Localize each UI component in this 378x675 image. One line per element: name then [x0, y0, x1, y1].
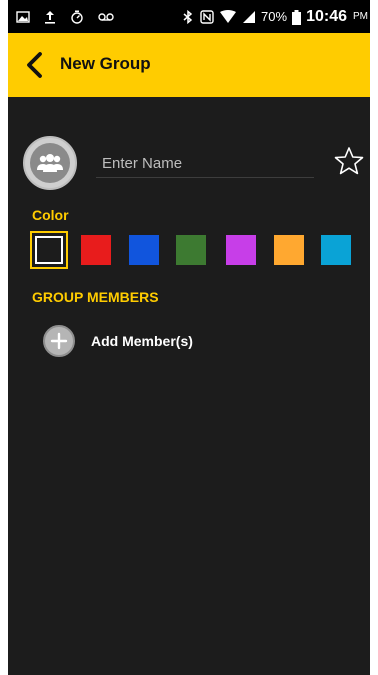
color-swatch-cyan[interactable]: [321, 235, 351, 265]
group-avatar-button[interactable]: [23, 136, 77, 190]
color-swatch-green[interactable]: [176, 235, 206, 265]
favorite-button[interactable]: [334, 146, 364, 176]
color-swatch-orange[interactable]: [274, 235, 304, 265]
group-people-icon: [30, 143, 70, 183]
page-title: New Group: [60, 54, 151, 73]
add-member-label: Add Member(s): [91, 333, 193, 349]
color-swatch-selected[interactable]: [30, 231, 68, 269]
signal-icon: [242, 10, 256, 24]
color-section-label: Color: [32, 207, 69, 223]
voicemail-icon: [97, 10, 115, 24]
status-bar-right: 70% 10:46 PM: [181, 0, 370, 33]
app-screen: 70% 10:46 PM New Group Enter Name Color …: [8, 0, 370, 675]
plus-circle-icon: [43, 325, 75, 357]
status-bar: 70% 10:46 PM: [8, 0, 370, 33]
clock-time: 10:46: [306, 7, 347, 25]
battery-icon: [292, 9, 302, 25]
color-swatch-blue[interactable]: [129, 235, 159, 265]
app-bar: New Group: [8, 33, 370, 97]
color-swatch-purple[interactable]: [226, 235, 256, 265]
battery-percent: 70%: [261, 9, 288, 24]
add-member-button[interactable]: Add Member(s): [43, 325, 193, 357]
wifi-icon: [219, 9, 237, 24]
star-icon: [334, 147, 364, 175]
group-members-label: GROUP MEMBERS: [32, 289, 159, 305]
status-bar-left: [16, 0, 115, 33]
color-swatch-red[interactable]: [81, 235, 111, 265]
bluetooth-icon: [181, 9, 195, 24]
timer-icon: [70, 10, 84, 24]
gallery-icon: [16, 10, 30, 24]
back-button[interactable]: [22, 51, 50, 79]
clock-ampm: PM: [353, 11, 368, 22]
color-swatch-core: [35, 236, 63, 264]
chevron-left-icon: [27, 52, 42, 78]
upload-icon: [43, 10, 57, 24]
nfc-icon: [200, 9, 214, 24]
group-name-input[interactable]: [96, 150, 314, 178]
